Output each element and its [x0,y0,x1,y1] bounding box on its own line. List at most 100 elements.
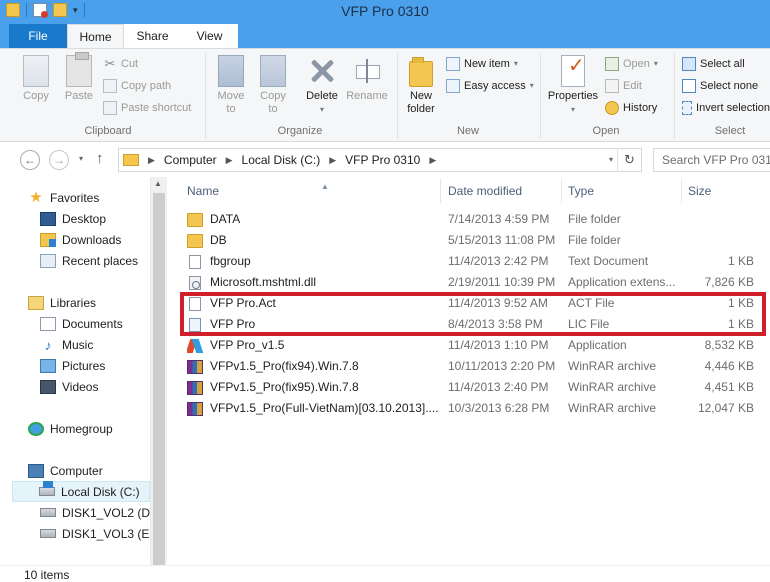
file-name-cell: Microsoft.mshtml.dll [187,272,442,293]
table-row[interactable]: fbgroup 11/4/2013 2:42 PM Text Document 1 K… [181,251,770,272]
sidebar-item-label: Videos [62,379,99,394]
table-row[interactable]: VFPv1.5_Pro(Full-VietNam)[03.10.2013]...… [181,398,770,419]
move-to-button[interactable]: Move to [212,55,250,116]
copy-path-button[interactable]: Copy path [103,77,171,95]
table-row[interactable]: Microsoft.mshtml.dll 2/19/2011 10:39 PM Ap… [181,272,770,293]
column-header-type[interactable]: Type [562,179,682,203]
item-count: 10 items [24,568,70,582]
column-header-label: Name [187,184,220,198]
paste-button[interactable]: Paste [58,52,100,103]
select-all-label: Select all [700,58,745,70]
scissors-icon: ✂ [104,56,116,71]
select-all-button[interactable]: Select all [682,55,745,73]
desktop-icon [40,211,56,226]
sidebar-item-label: Music [62,337,94,352]
edit-icon [605,79,619,93]
file-list: ▲ Name Date modified Type Size DATA 7/14/… [167,177,770,565]
chevron-right-icon[interactable]: ▶ [226,155,233,166]
tab-share[interactable]: Share [124,24,181,48]
table-row[interactable]: DB 5/15/2013 11:08 PM File folder [181,230,770,251]
type-cell: WinRAR archive [568,401,657,415]
navigation-pane: ★ Favorites Desktop Downloads Recent pla… [0,177,167,565]
size-cell [688,230,754,251]
file-name-cell: DB [187,230,442,251]
breadcrumb: Computer ▶ Local Disk (C:) ▶ VFP Pro 031… [164,153,445,167]
navigation-scrollbar[interactable]: ▲ [150,177,167,565]
rename-button[interactable]: Rename [344,55,390,103]
date-modified-cell: 11/4/2013 1:10 PM [448,338,549,352]
paste-shortcut-button[interactable]: Paste shortcut [103,99,191,117]
date-modified-cell: 11/4/2013 2:40 PM [448,380,549,394]
sidebar-item-local-disk[interactable]: Local Disk (C:) [12,481,150,502]
easy-access-button[interactable]: Easy access ▾ [446,77,534,95]
select-none-icon [682,79,696,93]
open-button[interactable]: Open ▾ [605,55,658,73]
table-row[interactable]: DATA 7/14/2013 4:59 PM File folder [181,209,770,230]
sidebar-item-label: Homegroup [50,421,113,436]
breadcrumb-local-disk[interactable]: Local Disk (C:) [242,153,321,167]
table-row[interactable]: VFPv1.5_Pro(fix94).Win.7.8 10/11/2013 2:2… [181,356,770,377]
properties-button[interactable]: Properties ▾ [545,55,601,116]
breadcrumb-computer[interactable]: Computer [164,153,217,167]
address-bar[interactable]: ▶ Computer ▶ Local Disk (C:) ▶ VFP Pro 0… [118,148,642,172]
delete-button[interactable]: Delete ▾ [302,55,342,116]
history-label: History [623,102,658,114]
date-modified-cell: 5/15/2013 11:08 PM [448,233,556,247]
size-cell: 1 KB [727,254,754,268]
folder-icon [187,212,203,227]
table-row[interactable]: VFP Pro_v1.5 11/4/2013 1:10 PM Application… [181,335,770,356]
breadcrumb-current-folder[interactable]: VFP Pro 0310 [345,153,420,167]
tab-file[interactable]: File [9,24,67,48]
scrollbar-thumb[interactable] [153,193,165,565]
sidebar-item-label: Local Disk (C:) [61,484,140,499]
paste-shortcut-label: Paste shortcut [121,102,192,114]
chevron-right-icon[interactable]: ▶ [329,155,336,166]
new-folder-button[interactable]: New folder [401,55,441,116]
ribbon: Copy Paste ✂ Cut Copy path Paste shortcu… [0,48,770,142]
forward-button[interactable]: → [49,150,69,170]
new-folder-sublabel: folder [407,103,435,115]
sort-ascending-icon: ▲ [321,182,329,191]
new-item-button[interactable]: New item ▾ [446,55,518,73]
open-label: Open [623,58,650,70]
refresh-icon[interactable]: ↻ [617,149,641,171]
recent-locations-chevron-icon[interactable]: ▾ [79,154,83,163]
column-header-name[interactable]: ▲ Name [181,179,441,203]
move-to-icon [218,55,244,87]
winrar-icon [187,380,203,395]
new-folder-label: New [409,90,432,102]
column-header-size[interactable]: Size [682,179,770,203]
sidebar-item-label: Documents [62,316,123,331]
invert-selection-button[interactable]: Invert selection [682,99,770,117]
paste-button-label: Paste [64,90,94,102]
divider [205,53,206,139]
select-none-button[interactable]: Select none [682,77,758,95]
chevron-right-icon[interactable]: ▶ [148,155,155,166]
type-cell: Text Document [568,254,649,268]
file-name: DATA [210,212,241,226]
scroll-up-arrow-icon[interactable]: ▲ [154,179,162,188]
up-arrow-icon[interactable]: ↑ [96,150,104,167]
sidebar-item-label: Recent places [62,253,139,268]
recent-places-icon [40,253,56,268]
copy-button[interactable]: Copy [16,55,56,103]
cut-button[interactable]: ✂ Cut [103,55,139,73]
column-header-date[interactable]: Date modified [442,179,562,203]
history-button[interactable]: History [605,99,657,117]
sidebar-item-label: Desktop [62,211,107,226]
delete-label: Delete [306,90,338,102]
move-to-label: Move [217,90,245,102]
tab-view[interactable]: View [181,24,238,48]
back-button[interactable]: ← [20,150,40,170]
chevron-down-icon: ▾ [319,105,324,114]
search-input[interactable]: Search VFP Pro 0310 [653,148,770,172]
table-row[interactable]: VFPv1.5_Pro(fix95).Win.7.8 11/4/2013 2:40… [181,377,770,398]
edit-button[interactable]: Edit [605,77,642,95]
type-cell: Application extens... [568,275,676,289]
address-history-chevron-icon[interactable]: ▾ [609,155,613,164]
size-cell: 4,446 KB [704,359,754,373]
file-name: fbgroup [210,254,251,268]
chevron-right-icon[interactable]: ▶ [429,155,436,166]
tab-home[interactable]: Home [67,24,124,48]
copy-to-button[interactable]: Copy to [254,55,292,116]
